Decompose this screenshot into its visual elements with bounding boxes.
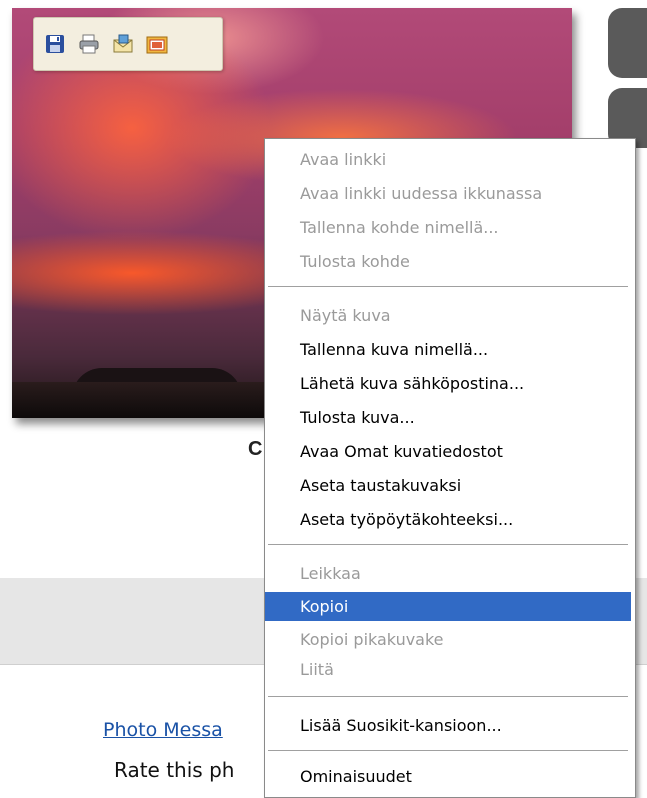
menu-item-save-target-as: Tallenna kohde nimellä... [300,218,499,237]
menu-item-open-link: Avaa linkki [300,150,387,169]
menu-item-copy[interactable]: Kopioi [265,592,631,621]
menu-item-properties[interactable]: Ominaisuudet [265,762,631,791]
menu-item-show-picture: Näytä kuva [300,306,391,325]
rate-photo-text: Rate this ph [114,758,235,782]
menu-item-open-my-pictures[interactable]: Avaa Omat kuvatiedostot [265,437,631,466]
menu-item-add-to-favorites[interactable]: Lisää Suosikit-kansioon... [265,711,631,740]
photo-caption: C [248,438,263,460]
menu-separator [268,696,628,698]
image-toolbar [33,17,223,71]
side-tab-1[interactable] [608,8,647,78]
save-icon[interactable] [44,33,66,55]
menu-item-save-picture-as[interactable]: Tallenna kuva nimellä... [265,335,631,364]
menu-item-set-as-desktop-item[interactable]: Aseta työpöytäkohteeksi... [265,505,631,534]
print-icon[interactable] [78,33,100,55]
menu-separator [268,750,628,752]
menu-item-print-picture[interactable]: Tulosta kuva... [265,403,631,432]
menu-item-open-link-new-window: Avaa linkki uudessa ikkunassa [300,184,543,203]
menu-separator [268,286,628,288]
photo-message-link[interactable]: Photo Messa [103,719,223,741]
menu-separator [268,544,628,546]
menu-item-cut: Leikkaa [300,564,361,583]
menu-item-copy-shortcut: Kopioi pikakuvake [300,630,444,649]
menu-item-set-as-background[interactable]: Aseta taustakuvaksi [265,471,631,500]
context-menu: Avaa linkki Avaa linkki uudessa ikkunass… [264,138,636,798]
menu-item-email-picture[interactable]: Lähetä kuva sähköpostina... [265,369,631,398]
menu-item-paste: Liitä [300,660,334,679]
my-pictures-icon[interactable] [146,33,168,55]
menu-item-print-target: Tulosta kohde [300,252,410,271]
email-icon[interactable] [112,33,134,55]
